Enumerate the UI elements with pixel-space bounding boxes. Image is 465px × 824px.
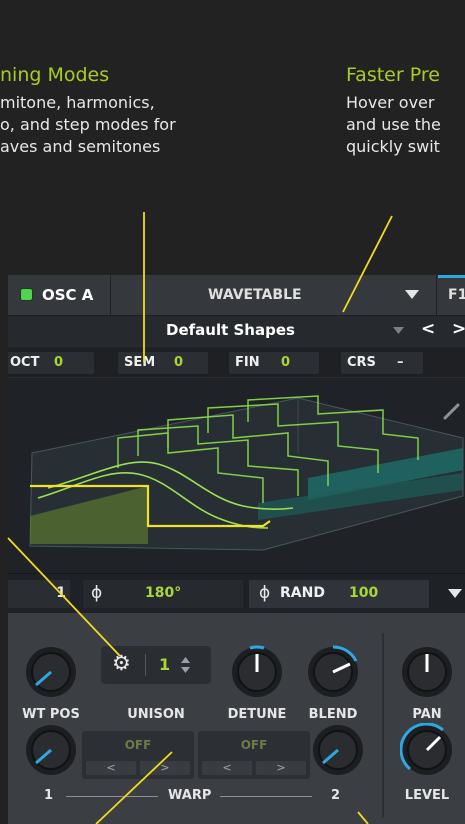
semitone-label: SEM [124, 355, 156, 370]
annotation-preset-line2: and use the [346, 115, 441, 134]
warp-label: WARP [168, 788, 212, 803]
preset-name[interactable]: Default Shapes [166, 321, 295, 339]
unison-voices-value[interactable]: 1 [159, 655, 170, 674]
header-divider [110, 275, 111, 315]
warp-1-number: 1 [44, 788, 54, 803]
phase-rand-box[interactable]: ϕ RAND 100 [249, 580, 429, 608]
coarse-label: CRS [347, 355, 376, 370]
annotation-preset-line3: quickly swit [346, 137, 440, 156]
annotation-tuning-line3: aves and semitones [0, 137, 161, 156]
preset-prev-button[interactable]: < [421, 319, 435, 339]
wt-pos-knob[interactable] [24, 645, 78, 699]
unison-divider [145, 654, 146, 676]
unison-settings-gear-icon[interactable]: ⚙ [112, 651, 131, 675]
warp-slot-1[interactable]: OFF < > [82, 731, 194, 779]
osc-header: OSC A WAVETABLE F1 [8, 275, 465, 316]
header-divider-2 [436, 275, 437, 315]
rand-value[interactable]: 100 [349, 585, 378, 601]
fine-control[interactable]: FIN 0 [229, 352, 319, 374]
coarse-control[interactable]: CRS – [341, 352, 423, 374]
annotation-preset-line1: Hover over [346, 93, 435, 112]
rand-label: RAND [280, 585, 325, 601]
warp-line-left [66, 796, 158, 797]
osc-mode-label[interactable]: WAVETABLE [208, 287, 302, 303]
annotation-tuning-title: ning Modes [0, 64, 110, 86]
octave-label: OCT [10, 355, 40, 370]
warp-slot-2[interactable]: OFF < > [198, 731, 310, 779]
preset-selector[interactable]: Default Shapes < > [8, 316, 465, 346]
voice-count-box[interactable]: 1 [8, 580, 70, 608]
unison-label: UNISON [127, 707, 185, 722]
blend-label: BLEND [308, 707, 358, 722]
knob-section: WT POS ⚙ 1 UNISON DETUNE BLEND PAN OFF <… [8, 613, 465, 824]
semitone-value[interactable]: 0 [174, 355, 183, 370]
annotation-tuning-line1: mitone, harmonics, [0, 93, 155, 112]
osc-name: OSC A [42, 286, 94, 304]
phase-box[interactable]: ϕ 180° [83, 580, 243, 608]
warp-2-knob[interactable] [311, 723, 365, 777]
wavetable-graph [29, 395, 464, 551]
phase-icon: ϕ [91, 583, 103, 603]
warp-1-prev-button[interactable]: < [86, 761, 136, 775]
semitone-control[interactable]: SEM 0 [118, 352, 208, 374]
annotation-tuning-line2: o, and step modes for [0, 115, 176, 134]
pan-label: PAN [412, 707, 442, 722]
unison-stepper-icon[interactable] [181, 657, 190, 673]
wt-pos-label: WT POS [22, 707, 80, 722]
section-divider [382, 633, 384, 818]
fine-label: FIN [235, 355, 260, 370]
edit-pencil-icon[interactable] [443, 403, 460, 420]
warp-1-next-button[interactable]: > [140, 761, 190, 775]
tuning-row: OCT 0 SEM 0 FIN 0 CRS – [8, 347, 465, 377]
warp-2-prev-button[interactable]: < [202, 761, 252, 775]
active-tab-indicator [438, 275, 465, 278]
detune-knob[interactable] [230, 645, 284, 699]
warp-line-right [220, 796, 312, 797]
annotation-preset-title: Faster Pre [346, 64, 440, 86]
wavetable-display[interactable] [8, 378, 465, 573]
warp-2-number: 2 [331, 788, 341, 803]
warp-2-next-button[interactable]: > [256, 761, 306, 775]
phase-value[interactable]: 180° [145, 585, 181, 601]
octave-control[interactable]: OCT 0 [8, 352, 94, 374]
detune-label: DETUNE [227, 707, 287, 722]
warp-1-knob[interactable] [24, 723, 78, 777]
mode-dropdown-icon[interactable] [405, 290, 419, 300]
tab-f1[interactable]: F1 [448, 287, 465, 303]
rand-phase-icon: ϕ [259, 583, 271, 603]
unison-control[interactable]: ⚙ 1 [101, 646, 211, 684]
phase-row: 1 ϕ 180° ϕ RAND 100 [8, 573, 465, 614]
phase-dropdown-icon[interactable] [448, 589, 462, 599]
preset-next-button[interactable]: > [452, 319, 465, 339]
osc-enable-toggle[interactable] [20, 288, 33, 301]
blend-knob[interactable] [306, 645, 360, 699]
oscillator-panel: OSC A WAVETABLE F1 Default Shapes < > OC… [8, 275, 465, 824]
warp-1-value[interactable]: OFF [82, 738, 194, 752]
pan-knob[interactable] [400, 645, 454, 699]
warp-2-value[interactable]: OFF [198, 738, 310, 752]
preset-dropdown-icon[interactable] [393, 327, 404, 335]
voice-count-value[interactable]: 1 [56, 585, 66, 601]
level-knob[interactable] [400, 723, 454, 777]
level-label: LEVEL [404, 788, 450, 803]
coarse-value[interactable]: – [397, 355, 404, 370]
fine-value[interactable]: 0 [281, 355, 290, 370]
octave-value[interactable]: 0 [54, 355, 63, 370]
